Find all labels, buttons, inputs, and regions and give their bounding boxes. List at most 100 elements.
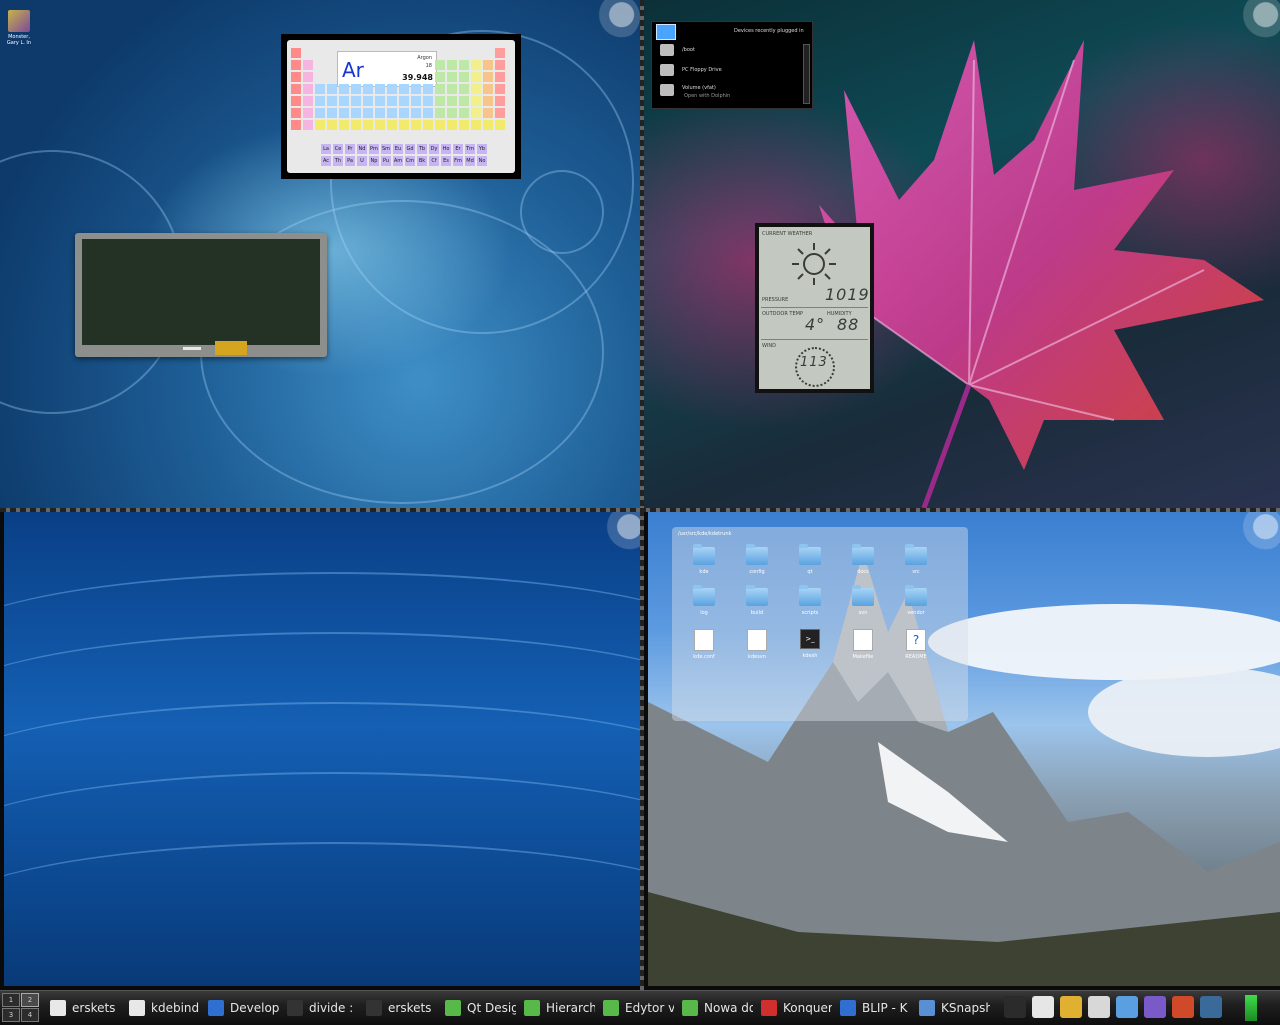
element-cell[interactable] — [471, 60, 481, 70]
element-cell[interactable] — [339, 120, 349, 130]
scrollbar[interactable] — [803, 44, 810, 104]
pager-desktop-1[interactable]: 1 — [2, 993, 20, 1007]
pager-desktop-3[interactable]: 3 — [2, 1008, 20, 1022]
element-cell[interactable]: Tb — [417, 144, 427, 154]
folder-view-item[interactable]: config — [737, 544, 777, 575]
tray-icon[interactable] — [1172, 996, 1194, 1018]
task-button[interactable]: erskets — [44, 994, 121, 1022]
element-cell[interactable] — [471, 96, 481, 106]
kde-toolbox-icon[interactable] — [594, 0, 640, 40]
element-cell[interactable] — [447, 72, 457, 82]
element-cell[interactable] — [423, 96, 433, 106]
element-cell[interactable] — [363, 108, 373, 118]
element-cell[interactable] — [495, 120, 505, 130]
task-button[interactable]: BLIP - K — [834, 994, 911, 1022]
tray-icon[interactable] — [1200, 996, 1222, 1018]
element-cell[interactable] — [351, 84, 361, 94]
element-cell[interactable]: Eu — [393, 144, 403, 154]
task-button[interactable]: Nowa do — [676, 994, 753, 1022]
element-cell[interactable] — [423, 108, 433, 118]
tray-icon[interactable] — [1060, 996, 1082, 1018]
folder-view-widget[interactable]: /usr/src/kde/kdetrunk kde config qt docs src… — [672, 527, 968, 721]
element-cell[interactable] — [483, 60, 493, 70]
element-cell[interactable] — [483, 96, 493, 106]
element-cell[interactable]: Dy — [429, 144, 439, 154]
element-cell[interactable] — [435, 96, 445, 106]
tray-icon[interactable] — [1004, 996, 1026, 1018]
element-cell[interactable] — [327, 120, 337, 130]
element-cell[interactable] — [435, 120, 445, 130]
element-cell[interactable] — [435, 72, 445, 82]
element-cell[interactable] — [423, 84, 433, 94]
task-button[interactable]: Qt Desig — [439, 994, 516, 1022]
element-cell[interactable]: Pu — [381, 156, 391, 166]
element-cell[interactable] — [327, 96, 337, 106]
element-cell[interactable] — [291, 108, 301, 118]
element-cell[interactable] — [363, 96, 373, 106]
element-cell[interactable] — [447, 96, 457, 106]
element-cell[interactable] — [315, 108, 325, 118]
folder-view-item[interactable]: kde.conf — [684, 629, 724, 660]
element-cell[interactable]: La — [321, 144, 331, 154]
slate-widget[interactable] — [75, 233, 327, 357]
element-cell[interactable] — [495, 108, 505, 118]
element-cell[interactable] — [327, 84, 337, 94]
element-cell[interactable]: U — [357, 156, 367, 166]
folder-view-item[interactable]: docs — [843, 544, 883, 575]
element-cell[interactable] — [291, 72, 301, 82]
tray-icon[interactable] — [1032, 996, 1054, 1018]
desktop-3[interactable] — [4, 512, 644, 986]
element-cell[interactable]: Ac — [321, 156, 331, 166]
task-button[interactable]: Konquer — [755, 994, 832, 1022]
element-cell[interactable] — [435, 108, 445, 118]
element-cell[interactable] — [483, 72, 493, 82]
element-cell[interactable]: Es — [441, 156, 451, 166]
element-cell[interactable] — [471, 120, 481, 130]
element-cell[interactable] — [339, 108, 349, 118]
element-cell[interactable] — [363, 84, 373, 94]
element-cell[interactable] — [315, 84, 325, 94]
element-cell[interactable] — [459, 108, 469, 118]
task-button[interactable]: Edytor v — [597, 994, 674, 1022]
element-cell[interactable] — [471, 108, 481, 118]
folder-view-item[interactable]: scripts — [790, 585, 830, 616]
battery-icon[interactable] — [1245, 995, 1257, 1021]
task-button[interactable]: KSnapsh — [913, 994, 990, 1022]
element-cell[interactable] — [351, 120, 361, 130]
tray-icon[interactable] — [1088, 996, 1110, 1018]
element-cell[interactable]: Bk — [417, 156, 427, 166]
folder-view-item[interactable]: vendor — [896, 585, 936, 616]
element-cell[interactable] — [303, 72, 313, 82]
element-cell[interactable] — [423, 120, 433, 130]
element-cell[interactable] — [387, 120, 397, 130]
periodic-table-widget[interactable]: Ar Argon 18 39.948 La Ce Pr Nd Pm Sm Eu Gd Tb Dy H… — [281, 34, 521, 179]
element-cell[interactable] — [399, 108, 409, 118]
element-cell[interactable] — [339, 84, 349, 94]
folder-view-item[interactable]: qt — [790, 544, 830, 575]
element-cell[interactable]: Gd — [405, 144, 415, 154]
folder-view-item[interactable]: src — [896, 544, 936, 575]
element-cell[interactable] — [351, 108, 361, 118]
folder-view-item[interactable]: kde — [684, 544, 724, 575]
element-cell[interactable] — [399, 96, 409, 106]
folder-view-item[interactable]: log — [684, 585, 724, 616]
element-cell[interactable] — [495, 60, 505, 70]
kde-toolbox-icon[interactable] — [602, 512, 644, 552]
element-cell[interactable] — [495, 48, 505, 58]
element-cell[interactable] — [447, 60, 457, 70]
element-cell[interactable] — [471, 72, 481, 82]
element-cell[interactable] — [411, 84, 421, 94]
element-cell[interactable]: Cf — [429, 156, 439, 166]
element-cell[interactable] — [303, 96, 313, 106]
desktop-icon[interactable]: Monster, Gary L. In — [4, 10, 34, 46]
element-cell[interactable] — [375, 120, 385, 130]
folder-view-item[interactable]: svn — [843, 585, 883, 616]
folder-view-item[interactable]: build — [737, 585, 777, 616]
element-cell[interactable] — [471, 84, 481, 94]
element-cell[interactable] — [375, 96, 385, 106]
element-cell[interactable] — [495, 84, 505, 94]
element-cell[interactable] — [291, 84, 301, 94]
element-cell[interactable]: Fm — [453, 156, 463, 166]
element-cell[interactable] — [459, 60, 469, 70]
element-cell[interactable] — [339, 96, 349, 106]
